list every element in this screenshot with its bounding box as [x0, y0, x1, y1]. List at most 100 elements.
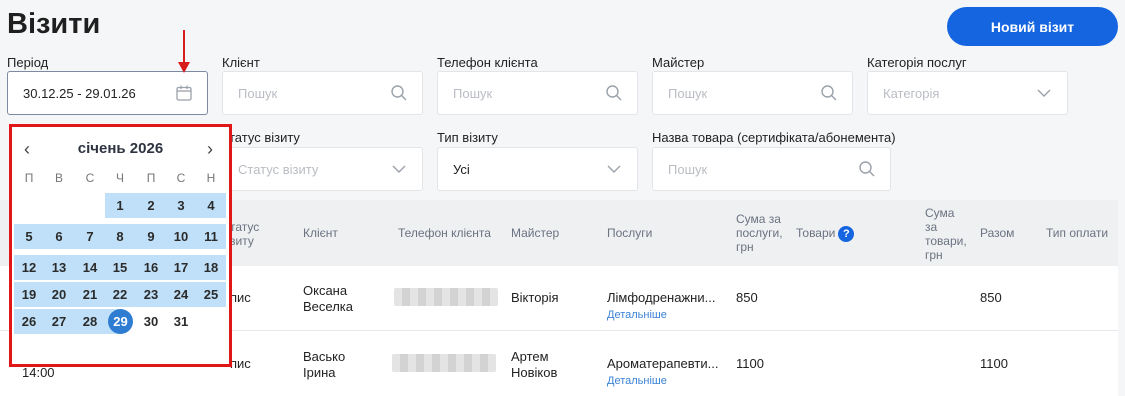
product-search-input[interactable]: Пошук: [652, 147, 891, 191]
header-total[interactable]: Разом: [980, 226, 1014, 240]
weekday-label: С: [85, 171, 95, 185]
calendar-day[interactable]: 28: [75, 309, 105, 334]
annotation-arrow-line: [183, 30, 185, 64]
calendar-day-selected[interactable]: 29: [108, 309, 133, 334]
details-link[interactable]: Детальніше: [607, 375, 667, 387]
calendar-icon[interactable]: [175, 84, 193, 102]
category-label: Категорія послуг: [867, 55, 967, 70]
calendar-day[interactable]: 5: [14, 224, 44, 249]
calendar-day[interactable]: 21: [75, 282, 105, 307]
cell-service: Ароматерапевти...: [607, 356, 719, 371]
calendar-day[interactable]: 14: [75, 255, 105, 280]
calendar-day[interactable]: 23: [136, 282, 166, 307]
header-products-sum[interactable]: Сума за товари, грн: [925, 206, 967, 262]
product-label: Назва товара (сертифіката/абонемента): [652, 130, 896, 145]
weekday-label: С: [176, 171, 186, 185]
calendar-day[interactable]: 6: [44, 224, 74, 249]
client-label: Клієнт: [222, 55, 260, 70]
calendar-day[interactable]: 19: [14, 282, 44, 307]
chevron-down-icon: [1037, 89, 1051, 97]
calendar-day[interactable]: 3: [166, 193, 196, 218]
blurred-phone: [392, 354, 496, 372]
calendar-day[interactable]: 18: [196, 255, 226, 280]
calendar-day[interactable]: 1: [105, 193, 135, 218]
calendar-day[interactable]: 11: [196, 224, 226, 249]
cell-services-sum: 1100: [736, 356, 764, 371]
header-phone[interactable]: Телефон клієнта: [398, 226, 491, 240]
chevron-right-icon[interactable]: ›: [207, 139, 213, 160]
header-client[interactable]: Клієнт: [303, 226, 338, 240]
client-placeholder: Пошук: [238, 85, 278, 101]
calendar-day[interactable]: 10: [166, 224, 196, 249]
calendar-day[interactable]: 15: [105, 255, 135, 280]
cell-master: Артем Новіков: [511, 349, 558, 380]
status-select[interactable]: Статус візиту: [222, 147, 423, 191]
calendar-day[interactable]: 4: [196, 193, 226, 218]
master-search-input[interactable]: Пошук: [652, 71, 853, 115]
calendar-day[interactable]: 27: [44, 309, 74, 334]
weekday-label: В: [54, 171, 63, 185]
cell-time: 14:00: [22, 365, 55, 380]
calendar-day[interactable]: 26: [14, 309, 44, 334]
calendar-day[interactable]: 13: [44, 255, 74, 280]
cell-status: пис: [230, 356, 251, 371]
category-placeholder: Категорія: [883, 85, 940, 101]
calendar-day[interactable]: 8: [105, 224, 135, 249]
calendar-day[interactable]: 17: [166, 255, 196, 280]
phone-placeholder: Пошук: [453, 85, 493, 101]
header-services-sum[interactable]: Сума за послуги, грн: [736, 212, 783, 254]
visit-type-select[interactable]: Усі: [437, 147, 638, 191]
chevron-down-icon: [392, 165, 406, 173]
new-visit-button[interactable]: Новий візит: [947, 7, 1118, 46]
header-services[interactable]: Послуги: [607, 226, 652, 240]
cell-total: 1100: [980, 356, 1008, 371]
cell-status: пис: [230, 290, 251, 305]
header-payment[interactable]: Тип оплати: [1046, 226, 1108, 240]
weekday-label: Ч: [116, 171, 124, 185]
page-title: Візити: [7, 8, 101, 40]
category-select[interactable]: Категорія: [867, 71, 1068, 115]
search-icon: [821, 85, 837, 101]
calendar-day[interactable]: 30: [136, 309, 166, 334]
period-label: Період: [7, 55, 49, 70]
header-products[interactable]: Товари?: [796, 226, 855, 242]
details-link[interactable]: Детальніше: [607, 309, 667, 321]
search-icon: [606, 85, 622, 101]
master-label: Майстер: [652, 55, 705, 70]
calendar-day[interactable]: 25: [196, 282, 226, 307]
calendar-month: січень 2026: [77, 140, 164, 157]
period-field[interactable]: 30.12.25 - 29.01.26: [7, 71, 208, 115]
calendar-day[interactable]: 12: [14, 255, 44, 280]
search-icon: [391, 85, 407, 101]
header-products-label: Товари: [796, 226, 836, 241]
client-search-input[interactable]: Пошук: [222, 71, 423, 115]
cell-client[interactable]: Васько Ірина: [303, 349, 345, 381]
help-icon[interactable]: ?: [838, 226, 855, 242]
cell-client[interactable]: Оксана Веселка: [303, 283, 353, 315]
calendar-day[interactable]: 24: [166, 282, 196, 307]
chevron-down-icon: [607, 165, 621, 173]
status-label: татус візиту: [229, 130, 300, 145]
calendar-day[interactable]: 20: [44, 282, 74, 307]
calendar-day[interactable]: 9: [136, 224, 166, 249]
header-master[interactable]: Майстер: [511, 226, 559, 240]
calendar-day[interactable]: 16: [136, 255, 166, 280]
weekday-label: П: [146, 171, 156, 185]
calendar-day[interactable]: 7: [75, 224, 105, 249]
annotation-arrow-head: [178, 62, 190, 73]
visit-type-value: Усі: [453, 161, 470, 177]
header-status[interactable]: татус зиту: [230, 220, 259, 248]
calendar-day[interactable]: 22: [105, 282, 135, 307]
phone-search-input[interactable]: Пошук: [437, 71, 638, 115]
calendar-day[interactable]: 31: [166, 309, 196, 334]
search-icon: [859, 161, 875, 177]
calendar-day[interactable]: 2: [136, 193, 166, 218]
master-placeholder: Пошук: [668, 85, 708, 101]
period-value: 30.12.25 - 29.01.26: [23, 85, 136, 101]
visit-type-label: Тип візиту: [437, 130, 498, 145]
cell-total: 850: [980, 290, 1002, 305]
phone-label: Телефон клієнта: [437, 55, 538, 70]
cell-service: Лімфодренажни...: [607, 290, 716, 305]
cell-services-sum: 850: [736, 290, 758, 305]
blurred-phone: [394, 288, 498, 306]
